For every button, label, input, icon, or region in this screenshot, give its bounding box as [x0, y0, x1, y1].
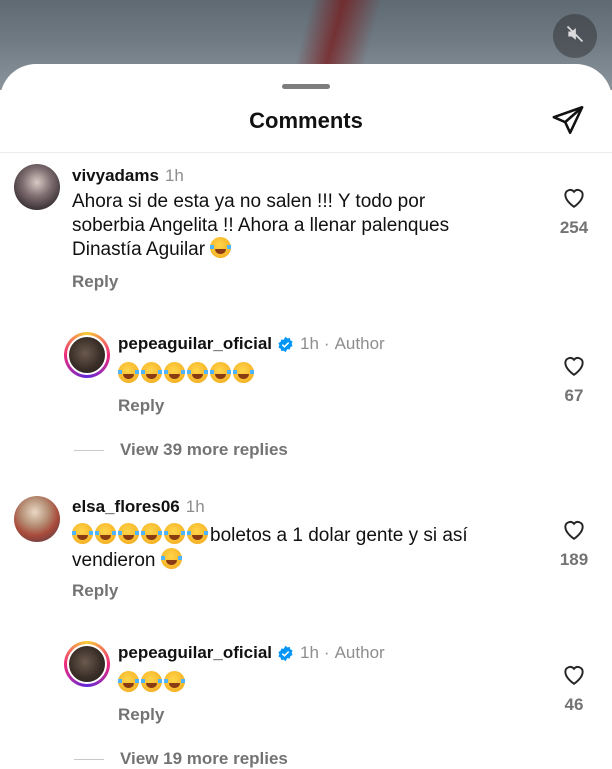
reply-text [118, 671, 187, 696]
tears-of-joy-emoji [72, 523, 93, 544]
heart-outline-icon[interactable] [561, 185, 587, 214]
like-button[interactable]: 254 [554, 185, 594, 238]
timestamp: 1h [300, 643, 319, 662]
like-button[interactable]: 189 [554, 517, 594, 570]
tears-of-joy-emoji [118, 671, 139, 692]
author-badge: Author [334, 334, 385, 353]
avatar-pepeaguilar[interactable] [64, 641, 110, 687]
like-count: 189 [559, 550, 589, 569]
avatar-vivyadams[interactable] [14, 164, 60, 210]
view-more-replies[interactable]: View 39 more replies [74, 440, 288, 460]
separator: · [323, 643, 330, 662]
sheet-title: Comments [249, 108, 363, 133]
comment-line: Ahora si de esta ya no salen !!! Y todo … [72, 191, 426, 212]
avatar-pepeaguilar[interactable] [64, 332, 110, 378]
heart-outline-icon[interactable] [561, 662, 587, 691]
speaker-muted-icon [565, 24, 585, 49]
avatar-elsa-flores06[interactable] [14, 496, 60, 542]
tears-of-joy-emoji [164, 362, 185, 383]
tears-of-joy-emoji [187, 523, 208, 544]
comment-line: soberbia Angelita !! Ahora a llenar pale… [72, 214, 450, 236]
share-button[interactable] [548, 102, 588, 142]
thread-line [74, 758, 104, 760]
comment-header: vivyadams 1h [72, 166, 184, 186]
timestamp: 1h [185, 497, 205, 516]
tears-of-joy-emoji [164, 671, 185, 692]
tears-of-joy-emoji [141, 523, 162, 544]
heart-outline-icon[interactable] [561, 353, 587, 382]
tears-of-joy-emoji [141, 362, 162, 383]
verified-badge-icon [277, 336, 294, 353]
reply-button[interactable]: Reply [118, 396, 164, 416]
tears-of-joy-emoji [233, 362, 254, 383]
author-badge: Author [334, 643, 385, 662]
username[interactable]: vivyadams [72, 166, 159, 186]
tears-of-joy-emoji [118, 523, 139, 544]
reply-header: pepeaguilar_oficial 1h · Author [118, 334, 385, 354]
tears-of-joy-emoji [141, 671, 162, 692]
comment-text: boletos a 1 dolar gente y si así vendier… [72, 523, 468, 572]
like-button[interactable]: 67 [554, 353, 594, 406]
paper-plane-icon [551, 103, 585, 142]
tears-of-joy-emoji [95, 523, 116, 544]
tears-of-joy-emoji [187, 362, 208, 383]
heart-outline-icon[interactable] [561, 517, 587, 546]
view-more-label[interactable]: View 19 more replies [120, 749, 288, 769]
username[interactable]: pepeaguilar_oficial [118, 643, 272, 663]
reply-button[interactable]: Reply [72, 272, 118, 292]
comment-line: boletos a 1 dolar gente y si así [72, 523, 468, 548]
reply-button[interactable]: Reply [72, 581, 118, 601]
like-button[interactable]: 46 [554, 662, 594, 715]
verified-badge-icon [277, 645, 294, 662]
comment-line: Dinastía Aguilar [72, 237, 449, 262]
comment-line: vendieron [72, 547, 468, 573]
username[interactable]: pepeaguilar_oficial [118, 334, 272, 354]
thread-line [74, 449, 104, 451]
tears-of-joy-emoji [118, 362, 139, 383]
comment-text: Ahora si de esta ya no salen !!! Y todo … [72, 190, 449, 262]
header-divider [0, 152, 612, 153]
username[interactable]: elsa_flores06 [72, 497, 180, 517]
tears-of-joy-emoji [164, 523, 185, 544]
timestamp: 1h [300, 334, 319, 353]
drag-handle[interactable] [282, 84, 330, 89]
reply-button[interactable]: Reply [118, 705, 164, 725]
view-more-replies[interactable]: View 19 more replies [74, 749, 288, 769]
tears-of-joy-emoji [210, 362, 231, 383]
like-count: 254 [559, 218, 589, 237]
reply-header: pepeaguilar_oficial 1h · Author [118, 643, 385, 663]
timestamp: 1h [164, 166, 184, 185]
separator: · [323, 334, 330, 353]
like-count: 46 [564, 695, 584, 714]
like-count: 67 [564, 386, 584, 405]
view-more-label[interactable]: View 39 more replies [120, 440, 288, 460]
mute-button[interactable] [553, 14, 597, 58]
tears-of-joy-emoji [210, 237, 232, 258]
reply-text [118, 362, 256, 387]
tears-of-joy-emoji [160, 547, 182, 569]
comment-header: elsa_flores06 1h [72, 497, 205, 517]
